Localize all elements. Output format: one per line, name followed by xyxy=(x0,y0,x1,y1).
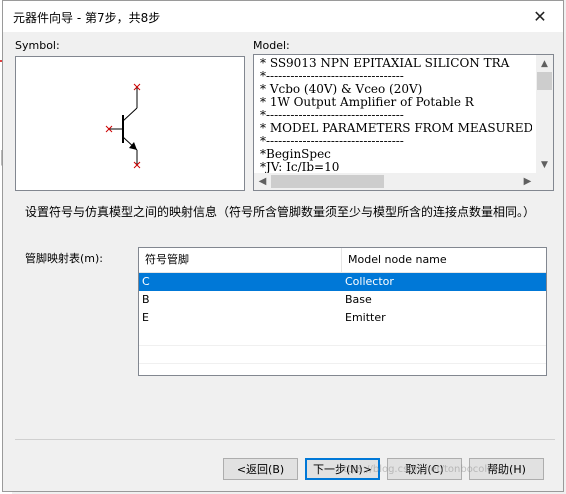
model-text: * SS9013 NPN EPITAXIAL SILICON TRA *----… xyxy=(260,57,532,173)
button-separator xyxy=(15,439,555,440)
scroll-right-icon[interactable]: ▶ xyxy=(519,173,536,190)
pin-mapping-table[interactable]: 符号管脚 Model node name C Collector B Base … xyxy=(138,247,547,376)
cell-model-node[interactable]: Base xyxy=(342,291,546,309)
npn-transistor-symbol-icon xyxy=(105,83,141,169)
title-bar[interactable]: 元器件向导 - 第7步，共8步 ✕ xyxy=(3,1,563,32)
empty-row xyxy=(139,345,546,364)
horizontal-scrollbar[interactable]: ◀ ▶ xyxy=(254,173,536,190)
back-button[interactable]: <返回(B) xyxy=(223,458,298,480)
table-row[interactable]: C Collector xyxy=(139,273,546,291)
cell-symbol-pin: E xyxy=(142,311,149,324)
cancel-button[interactable]: 取消(C) xyxy=(387,458,462,480)
help-button[interactable]: 帮助(H) xyxy=(469,458,544,480)
cell-model-node[interactable]: Emitter xyxy=(342,309,546,327)
scroll-down-icon[interactable]: ▼ xyxy=(536,156,553,173)
horizontal-scroll-thumb[interactable] xyxy=(271,175,384,188)
empty-row xyxy=(139,327,546,346)
vertical-scroll-thumb[interactable] xyxy=(537,72,552,90)
cell-symbol-pin: C xyxy=(142,275,150,288)
model-label: Model: xyxy=(253,39,290,52)
cell-symbol-pin: B xyxy=(142,293,150,306)
table-row[interactable]: E Emitter xyxy=(139,309,546,327)
window-title: 元器件向导 - 第7步，共8步 xyxy=(13,11,161,25)
column-header-model-node[interactable]: Model node name xyxy=(342,248,546,272)
vertical-scrollbar[interactable]: ▲ ▼ xyxy=(536,55,553,173)
scroll-left-icon[interactable]: ◀ xyxy=(254,173,271,190)
scrollbar-corner xyxy=(536,173,553,190)
table-row[interactable]: B Base xyxy=(139,291,546,309)
symbol-preview xyxy=(15,56,245,191)
column-header-symbol-pin[interactable]: 符号管脚 xyxy=(139,248,342,272)
close-button[interactable]: ✕ xyxy=(517,1,563,32)
close-icon: ✕ xyxy=(533,7,547,26)
cell-model-node[interactable]: Collector xyxy=(342,273,546,291)
component-wizard-dialog: 元器件向导 - 第7步，共8步 ✕ Symbol: Model: * SS901… xyxy=(2,0,564,492)
scroll-up-icon[interactable]: ▲ xyxy=(536,55,553,72)
symbol-label: Symbol: xyxy=(15,39,60,52)
pin-mapping-label: 管脚映射表(m): xyxy=(25,252,104,265)
next-button[interactable]: 下一步(N)> xyxy=(305,458,380,480)
model-text-viewer[interactable]: * SS9013 NPN EPITAXIAL SILICON TRA *----… xyxy=(253,54,554,191)
table-header: 符号管脚 Model node name xyxy=(139,248,546,273)
instruction-text: 设置符号与仿真模型之间的映射信息（符号所含管脚数量须至少与模型所含的连接点数量相… xyxy=(25,205,536,219)
